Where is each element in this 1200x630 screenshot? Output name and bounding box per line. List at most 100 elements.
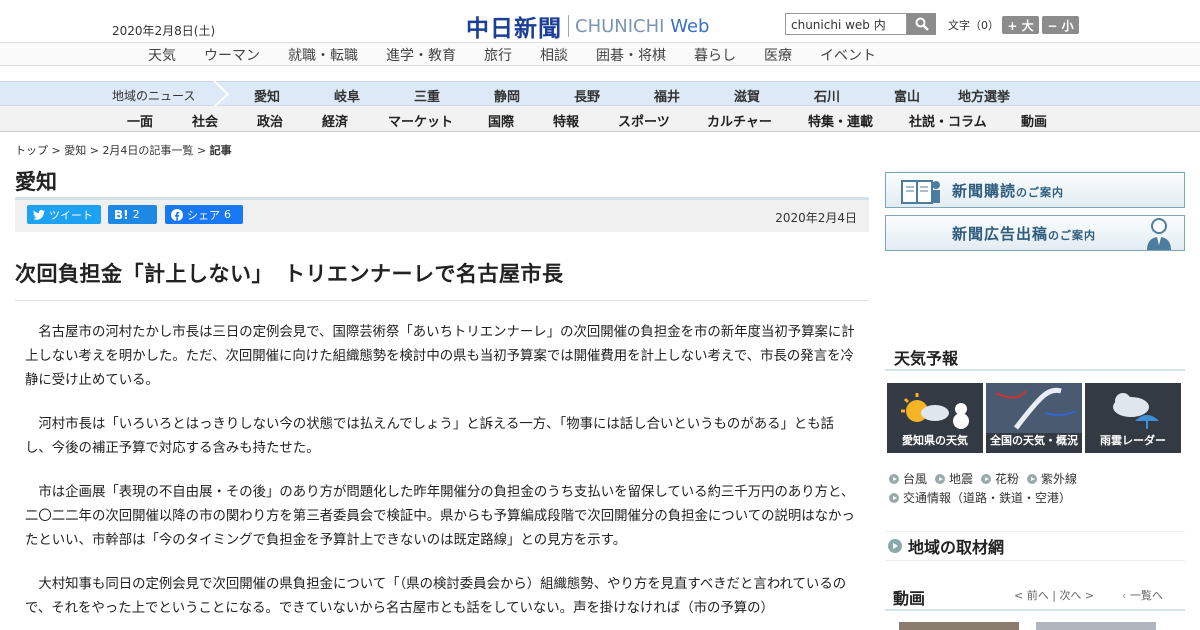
font-larger-button[interactable]: + 大 — [1002, 16, 1039, 34]
region-item-shiga[interactable]: 滋賀 — [734, 86, 760, 105]
region-item-toyama[interactable]: 富山 — [894, 86, 920, 105]
section-nav-item[interactable]: 経済 — [322, 111, 348, 130]
facebook-share-count: 6 — [224, 208, 231, 221]
bullet-arrow-icon — [935, 473, 945, 484]
bullet-arrow-icon — [889, 473, 899, 484]
section-nav-item[interactable]: 動画 — [1021, 111, 1047, 130]
search-button[interactable] — [907, 13, 936, 35]
cat-nav-item[interactable]: 天気 — [148, 45, 176, 65]
region-item-gifu[interactable]: 岐阜 — [334, 86, 360, 105]
font-size-label: 文字（0） — [948, 19, 999, 32]
businessman-icon — [1147, 218, 1171, 250]
weather-tile-caption: 愛知県の天気 — [902, 434, 968, 447]
weather-tile-caption: 全国の天気・概況 — [990, 434, 1078, 447]
tweet-button[interactable]: ツイート — [27, 205, 101, 224]
weather-heading: 天気予報 — [894, 349, 959, 368]
breadcrumb-item[interactable]: トップ — [15, 144, 48, 157]
subscribe-banner[interactable]: 新聞購読のご案内 — [885, 172, 1185, 208]
breadcrumb-item[interactable]: 2月4日の記事一覧 — [102, 144, 193, 157]
cat-nav-item[interactable]: 旅行 — [484, 45, 512, 65]
breadcrumb: トップ > 愛知 > 2月4日の記事一覧 > 記事 — [15, 142, 232, 158]
breadcrumb-item[interactable]: 愛知 — [64, 144, 86, 157]
section-nav-item[interactable]: 特集・連載 — [808, 111, 873, 130]
subscribe-text: 新聞購読 — [952, 181, 1017, 200]
video-prev-link[interactable]: < 前へ — [1014, 589, 1049, 602]
weather-link-label: 花粉 — [995, 472, 1020, 486]
section-nav-item[interactable]: 政治 — [257, 111, 283, 130]
section-nav-item[interactable]: カルチャー — [707, 111, 772, 130]
cat-nav-item[interactable]: 相談 — [540, 45, 568, 65]
section-nav-item[interactable]: 特報 — [553, 111, 579, 130]
weather-tile-radar[interactable]: 雨雲レーダー — [1085, 383, 1181, 453]
weather-link-traffic[interactable]: 交通情報（道路・鉄道・空港） — [889, 489, 1071, 506]
video-heading-rule — [885, 609, 1185, 611]
section-nav-item[interactable]: マーケット — [388, 111, 453, 130]
region-network-label: 地域の取材網 — [908, 538, 1005, 557]
section-nav-item[interactable]: 社会 — [192, 111, 218, 130]
video-thumbnail[interactable] — [1036, 622, 1156, 630]
facebook-share-button[interactable]: シェア 6 — [165, 205, 243, 224]
region-item-shizuoka[interactable]: 静岡 — [494, 86, 520, 105]
article-paragraph: 市は企画展「表現の不自由展・その後」のあり方が問題化した昨年開催分の負担金のうち… — [25, 485, 855, 548]
region-item-aichi[interactable]: 愛知 — [254, 86, 280, 105]
section-nav: 一面 社会 政治 経済 マーケット 国際 特報 スポーツ カルチャー 特集・連載… — [0, 106, 1200, 132]
region-item-mie[interactable]: 三重 — [414, 86, 440, 105]
cat-nav-item[interactable]: 就職・転職 — [288, 45, 358, 65]
region-item-ishikawa[interactable]: 石川 — [814, 86, 840, 105]
weather-link-label: 台風 — [903, 472, 928, 486]
cat-nav-item[interactable]: 囲碁・将棋 — [596, 45, 666, 65]
section-nav-item[interactable]: 一面 — [127, 111, 153, 130]
region-nav-label: 地域のニュース — [112, 89, 196, 103]
video-thumbnail[interactable] — [899, 622, 1019, 630]
advertise-suffix: のご案内 — [1048, 228, 1097, 242]
hatena-bookmark-button[interactable]: B! 2 — [108, 205, 157, 224]
breadcrumb-separator: > — [89, 144, 99, 157]
region-item-fukui[interactable]: 福井 — [654, 86, 680, 105]
region-item-nagano[interactable]: 長野 — [574, 86, 600, 105]
font-smaller-button[interactable]: − 小 — [1042, 16, 1079, 34]
sun-cloud-snowman-icon — [901, 393, 969, 429]
bullet-arrow-icon — [981, 473, 991, 484]
weather-link-uv[interactable]: 紫外線 — [1027, 470, 1077, 487]
weather-tile-national[interactable]: 全国の天気・概況 — [986, 383, 1082, 453]
advertise-banner[interactable]: 新聞広告出稿のご案内 — [885, 215, 1185, 251]
twitter-bird-icon — [33, 209, 45, 220]
cat-nav-item[interactable]: イベント — [820, 45, 876, 65]
logo-main-text: 中日新聞 — [466, 16, 562, 42]
weather-tile-aichi[interactable]: 愛知県の天気 — [887, 383, 983, 453]
rain-cloud-umbrella-icon — [1113, 393, 1159, 429]
cat-nav-item[interactable]: 医療 — [764, 45, 792, 65]
tweet-label: ツイート — [49, 208, 93, 222]
current-date: 2020年2月8日(土) — [112, 24, 216, 38]
region-nav-arrow — [213, 81, 230, 107]
cat-nav-item[interactable]: ウーマン — [204, 45, 260, 65]
article-paragraph: 大村知事も同日の定例会見で次回開催の県負担金について「（県の検討委員会から）組織… — [25, 577, 847, 616]
section-nav-item[interactable]: スポーツ — [618, 111, 670, 130]
article-paragraph: 河村市長は「いろいろとはっきりしない今の状態では払えんでしょう」と訴える一方、「… — [25, 417, 835, 456]
breadcrumb-current: 記事 — [209, 144, 232, 157]
weather-link-label: 交通情報（道路・鉄道・空港） — [903, 491, 1072, 505]
section-title: 愛知 — [15, 170, 57, 194]
section-nav-item[interactable]: 国際 — [488, 111, 514, 130]
site-logo[interactable]: 中日新聞 CHUNICHI Web — [466, 9, 709, 43]
section-nav-item[interactable]: 社説・コラム — [909, 111, 987, 130]
weather-link-label: 地震 — [949, 472, 974, 486]
weather-link-earthquake[interactable]: 地震 — [935, 470, 973, 487]
weather-link-typhoon[interactable]: 台風 — [889, 470, 927, 487]
search-input[interactable] — [785, 13, 907, 35]
video-list-link[interactable]: ‹ 一覧へ — [1122, 587, 1163, 603]
facebook-share-label: シェア — [187, 208, 220, 222]
weather-map-icon — [986, 383, 1082, 433]
hatena-icon: B! — [114, 207, 129, 222]
facebook-icon — [171, 208, 183, 221]
cat-nav-item[interactable]: 暮らし — [694, 45, 736, 65]
weather-link-pollen[interactable]: 花粉 — [981, 470, 1019, 487]
article-body: 名古屋市の河村たかし市長は三日の定例会見で、国際芸術祭「あいちトリエンナーレ」の… — [25, 321, 855, 630]
region-network-link[interactable]: 地域の取材網 — [885, 531, 1185, 561]
headline-divider — [15, 300, 869, 301]
region-item-elections[interactable]: 地方選挙 — [958, 86, 1010, 105]
share-bar: ツイート B! 2 シェア 6 2020年2月4日 — [15, 200, 869, 232]
cat-nav-item[interactable]: 進学・教育 — [386, 45, 456, 65]
chevron-left-icon: ‹ — [1122, 589, 1130, 602]
video-next-link[interactable]: 次へ > — [1059, 589, 1094, 602]
